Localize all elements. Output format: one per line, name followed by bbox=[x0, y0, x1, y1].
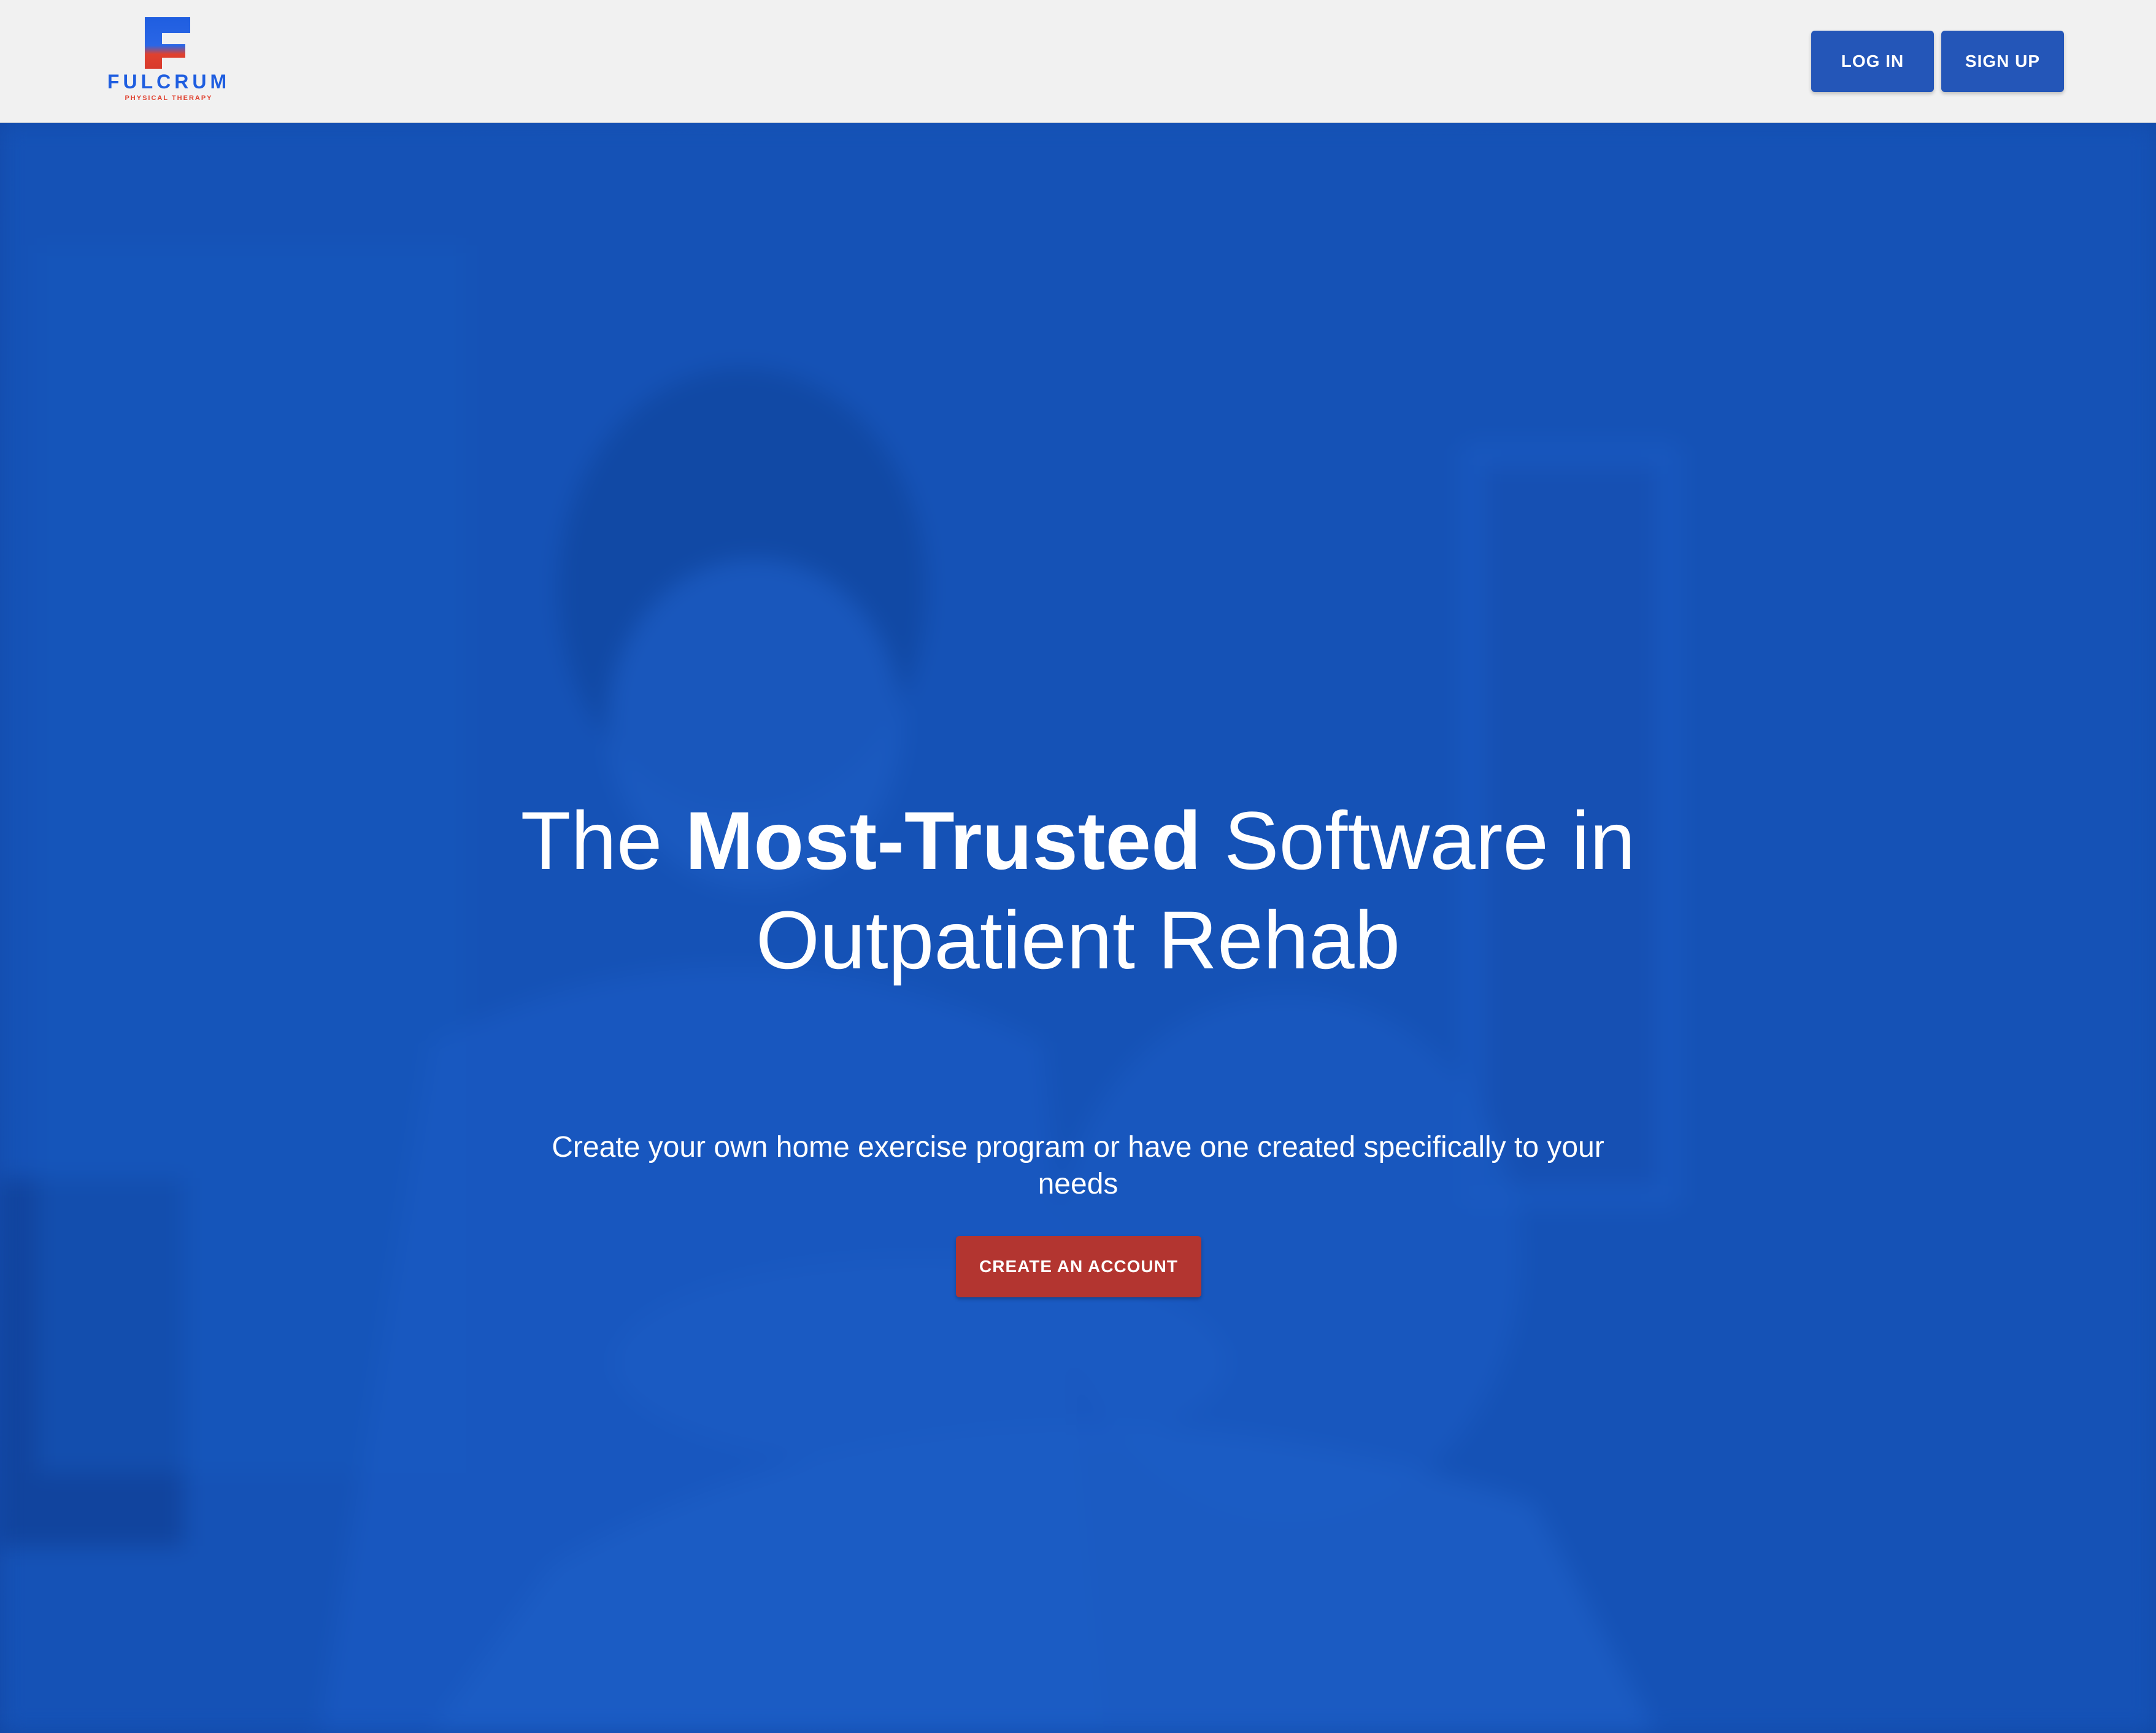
login-button[interactable]: LOG IN bbox=[1811, 31, 1934, 92]
logo-wordmark: FULCRUM bbox=[107, 71, 230, 93]
headline-line-2: Outpatient Rehab bbox=[755, 895, 1401, 986]
headline-bold: Most-Trusted bbox=[685, 795, 1201, 887]
logo-tagline: PHYSICAL THERAPY bbox=[125, 95, 212, 102]
signup-button[interactable]: SIGN UP bbox=[1941, 31, 2064, 92]
fulcrum-f-logo-icon: FULCRUM PHYSICAL THERAPY bbox=[107, 17, 230, 102]
top-nav-bar: FULCRUM PHYSICAL THERAPY LOG IN SIGN UP bbox=[0, 0, 2156, 123]
create-account-button[interactable]: CREATE AN ACCOUNT bbox=[956, 1236, 1201, 1297]
hero-subtitle: Create your own home exercise program or… bbox=[552, 1131, 1604, 1200]
headline-part-2: Software in bbox=[1201, 795, 1636, 887]
headline-part-1: The bbox=[520, 795, 685, 887]
fulcrum-logo[interactable]: FULCRUM PHYSICAL THERAPY bbox=[86, 15, 252, 104]
hero-section: The Most-Trusted Software in Outpatient … bbox=[0, 123, 2156, 1733]
hero-headline: The Most-Trusted Software in Outpatient … bbox=[464, 792, 1692, 990]
